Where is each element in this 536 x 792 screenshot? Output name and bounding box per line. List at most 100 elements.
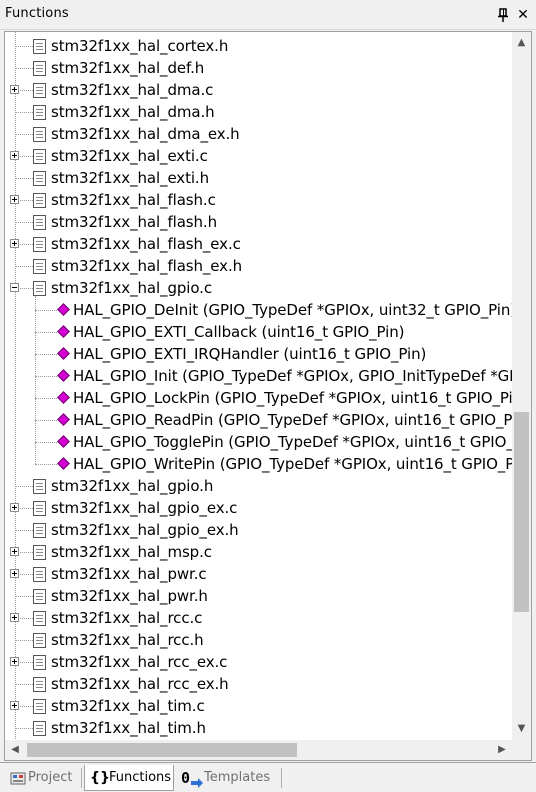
expand-icon[interactable] bbox=[10, 195, 19, 204]
function-item[interactable]: HAL_GPIO_Init (GPIO_TypeDef *GPIOx, GPIO… bbox=[5, 365, 512, 387]
expand-icon[interactable] bbox=[10, 547, 19, 556]
file-label: stm32f1xx_hal_tim.h bbox=[51, 719, 206, 737]
function-label: HAL_GPIO_EXTI_Callback (uint16_t GPIO_Pi… bbox=[73, 323, 405, 341]
file-item[interactable]: stm32f1xx_hal_rcc_ex.h bbox=[5, 673, 512, 695]
file-item[interactable]: stm32f1xx_hal_gpio_ex.h bbox=[5, 519, 512, 541]
vertical-scrollbar[interactable]: ▲ ▼ bbox=[512, 32, 531, 740]
tab-project[interactable]: Project bbox=[4, 765, 80, 791]
tab-templates[interactable]: 0 Templates bbox=[176, 765, 280, 791]
file-item[interactable]: stm32f1xx_hal_cortex.h bbox=[5, 35, 512, 57]
file-label: stm32f1xx_hal_tim.c bbox=[51, 697, 205, 715]
function-item[interactable]: HAL_GPIO_DeInit (GPIO_TypeDef *GPIOx, ui… bbox=[5, 299, 512, 321]
tab-functions[interactable]: {} Functions bbox=[84, 765, 174, 791]
file-item[interactable]: stm32f1xx_hal_gpio.c bbox=[5, 277, 512, 299]
file-item[interactable]: stm32f1xx_hal_tim.h bbox=[5, 717, 512, 739]
function-icon bbox=[57, 347, 70, 360]
expand-icon[interactable] bbox=[10, 657, 19, 666]
scroll-right-icon[interactable]: ▶ bbox=[492, 740, 512, 760]
project-icon bbox=[10, 772, 26, 785]
file-item[interactable]: stm32f1xx_hal_flash_ex.h bbox=[5, 255, 512, 277]
close-icon[interactable]: ✕ bbox=[516, 7, 530, 23]
file-item[interactable]: stm32f1xx_hal_gpio_ex.c bbox=[5, 497, 512, 519]
function-item[interactable]: HAL_GPIO_EXTI_IRQHandler (uint16_t GPIO_… bbox=[5, 343, 512, 365]
tree-branch-line bbox=[15, 530, 33, 531]
tree-branch-line bbox=[15, 486, 33, 487]
panel-tab-bar: Project {} Functions 0 Templates bbox=[0, 762, 536, 792]
file-item[interactable]: stm32f1xx_hal_exti.h bbox=[5, 167, 512, 189]
file-icon bbox=[33, 83, 46, 98]
file-icon bbox=[33, 567, 46, 582]
templates-icon: 0 bbox=[181, 769, 203, 788]
functions-window: Functions ✕ stm32f1xx_hal_cortex.h stm32f… bbox=[0, 0, 536, 792]
scroll-up-icon[interactable]: ▲ bbox=[512, 32, 531, 54]
file-item[interactable]: stm32f1xx_hal_pwr.c bbox=[5, 563, 512, 585]
file-label: stm32f1xx_hal_gpio.c bbox=[51, 279, 212, 297]
tree-branch-line bbox=[35, 398, 57, 399]
collapse-icon[interactable] bbox=[10, 283, 19, 292]
function-icon bbox=[57, 325, 70, 338]
tree-branch-line bbox=[35, 420, 57, 421]
file-icon bbox=[33, 545, 46, 560]
function-item[interactable]: HAL_GPIO_TogglePin (GPIO_TypeDef *GPIOx,… bbox=[5, 431, 512, 453]
function-item[interactable]: HAL_GPIO_WritePin (GPIO_TypeDef *GPIOx, … bbox=[5, 453, 512, 475]
file-label: stm32f1xx_hal_dma.c bbox=[51, 81, 214, 99]
file-item[interactable]: stm32f1xx_hal_msp.c bbox=[5, 541, 512, 563]
scroll-left-icon[interactable]: ◀ bbox=[5, 740, 25, 760]
tree-branch-line bbox=[15, 728, 33, 729]
expand-icon[interactable] bbox=[10, 613, 19, 622]
function-label: HAL_GPIO_TogglePin (GPIO_TypeDef *GPIOx,… bbox=[73, 433, 512, 451]
tree-branch-line bbox=[35, 332, 57, 333]
file-icon bbox=[33, 479, 46, 494]
functions-tree[interactable]: stm32f1xx_hal_cortex.h stm32f1xx_hal_def.… bbox=[5, 32, 512, 740]
braces-icon: {} bbox=[90, 770, 110, 786]
function-icon bbox=[57, 369, 70, 382]
file-icon bbox=[33, 589, 46, 604]
scroll-down-icon[interactable]: ▼ bbox=[512, 718, 531, 740]
expand-icon[interactable] bbox=[10, 569, 19, 578]
file-icon bbox=[33, 721, 46, 736]
horizontal-scroll-thumb[interactable] bbox=[27, 743, 297, 757]
expand-icon[interactable] bbox=[10, 239, 19, 248]
file-item[interactable]: stm32f1xx_hal_pwr.h bbox=[5, 585, 512, 607]
file-item[interactable]: stm32f1xx_hal_flash.c bbox=[5, 189, 512, 211]
file-item[interactable]: stm32f1xx_hal_dma.c bbox=[5, 79, 512, 101]
file-item[interactable]: stm32f1xx_hal_flash_ex.c bbox=[5, 233, 512, 255]
file-item[interactable]: stm32f1xx_hal_dma_ex.h bbox=[5, 123, 512, 145]
file-label: stm32f1xx_hal_rcc_ex.c bbox=[51, 653, 228, 671]
expand-icon[interactable] bbox=[10, 503, 19, 512]
file-item[interactable]: stm32f1xx_hal_exti.c bbox=[5, 145, 512, 167]
function-item[interactable]: HAL_GPIO_ReadPin (GPIO_TypeDef *GPIOx, u… bbox=[5, 409, 512, 431]
file-label: stm32f1xx_hal_dma_ex.h bbox=[51, 125, 240, 143]
file-item[interactable]: stm32f1xx_hal_def.h bbox=[5, 57, 512, 79]
expand-icon[interactable] bbox=[10, 701, 19, 710]
function-item[interactable]: HAL_GPIO_LockPin (GPIO_TypeDef *GPIOx, u… bbox=[5, 387, 512, 409]
tree-branch-line bbox=[15, 266, 33, 267]
expand-icon[interactable] bbox=[10, 151, 19, 160]
expand-icon[interactable] bbox=[10, 85, 19, 94]
file-item[interactable]: stm32f1xx_hal_rcc.h bbox=[5, 629, 512, 651]
horizontal-scrollbar[interactable]: ◀ ▶ bbox=[5, 740, 512, 760]
file-icon bbox=[33, 677, 46, 692]
tree-branch-line bbox=[35, 310, 57, 311]
file-item[interactable]: stm32f1xx_hal_rcc_ex.c bbox=[5, 651, 512, 673]
file-item[interactable]: stm32f1xx_hal_flash.h bbox=[5, 211, 512, 233]
file-label: stm32f1xx_hal_gpio_ex.c bbox=[51, 499, 238, 517]
function-label: HAL_GPIO_WritePin (GPIO_TypeDef *GPIOx, … bbox=[73, 455, 512, 473]
file-item[interactable]: stm32f1xx_hal_tim.c bbox=[5, 695, 512, 717]
function-label: HAL_GPIO_Init (GPIO_TypeDef *GPIOx, GPIO… bbox=[73, 367, 512, 385]
tree-branch-line bbox=[15, 46, 33, 47]
vertical-scroll-thumb[interactable] bbox=[514, 412, 529, 612]
file-label: stm32f1xx_hal_rcc.h bbox=[51, 631, 204, 649]
function-label: HAL_GPIO_DeInit (GPIO_TypeDef *GPIOx, ui… bbox=[73, 301, 512, 319]
pin-icon[interactable] bbox=[496, 7, 510, 23]
tree-branch-line bbox=[15, 222, 33, 223]
file-item[interactable]: stm32f1xx_hal_rcc.c bbox=[5, 607, 512, 629]
file-item[interactable]: stm32f1xx_hal_gpio.h bbox=[5, 475, 512, 497]
file-label: stm32f1xx_hal_exti.c bbox=[51, 147, 208, 165]
file-icon bbox=[33, 39, 46, 54]
file-icon bbox=[33, 501, 46, 516]
file-item[interactable]: stm32f1xx_hal_dma.h bbox=[5, 101, 512, 123]
function-label: HAL_GPIO_ReadPin (GPIO_TypeDef *GPIOx, u… bbox=[73, 411, 512, 429]
function-item[interactable]: HAL_GPIO_EXTI_Callback (uint16_t GPIO_Pi… bbox=[5, 321, 512, 343]
file-label: stm32f1xx_hal_gpio_ex.h bbox=[51, 521, 239, 539]
